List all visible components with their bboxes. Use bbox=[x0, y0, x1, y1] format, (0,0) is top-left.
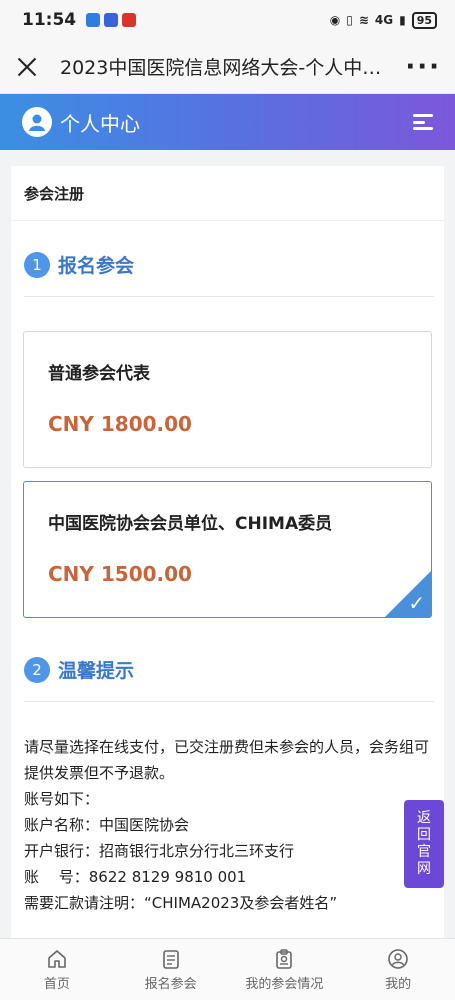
bottom-tabbar: 首页 报名参会 我的参会情况 我的 bbox=[0, 938, 455, 1000]
vibrate-icon: ▯ bbox=[346, 13, 353, 27]
step-number: 1 bbox=[24, 251, 50, 278]
notification-app-icon bbox=[122, 13, 137, 27]
option-price: CNY 1500.00 bbox=[48, 562, 192, 586]
option-price: CNY 1800.00 bbox=[48, 412, 192, 436]
tab-label: 报名参会 bbox=[144, 976, 197, 992]
notice-line: 需要汇款请注明：“CHIMA2023及参会者姓名” bbox=[24, 894, 338, 912]
registration-card: 参会注册 1 报名参会 普通参会代表 CNY 1800.00 中国医院协会会员单… bbox=[11, 166, 444, 946]
wifi-icon: ≋ bbox=[358, 13, 369, 27]
battery-icon: 95 bbox=[411, 11, 437, 29]
user-icon bbox=[388, 948, 408, 969]
tab-label: 我的 bbox=[385, 976, 412, 992]
network-type: 4G bbox=[374, 13, 394, 27]
section-tips-heading: 2 温馨提示 bbox=[24, 656, 434, 702]
notice-line: 账 号：8622 8129 9810 001 bbox=[24, 868, 247, 886]
notice-line: 请尽量选择在线支付，已交注册费但未参会的人员，会务组可提供发票但不予退款。 bbox=[24, 738, 430, 782]
option-name: 中国医院协会会员单位、CHIMA委员 bbox=[48, 514, 333, 534]
header-title: 个人中心 bbox=[60, 111, 140, 136]
avatar-icon bbox=[22, 107, 52, 137]
card-title: 参会注册 bbox=[11, 166, 444, 221]
more-options-icon[interactable]: ··· bbox=[405, 54, 441, 80]
status-icons: ◉ ▯ ≋ 4G ▮ 95 bbox=[329, 11, 437, 29]
section-title: 温馨提示 bbox=[58, 660, 135, 682]
menu-icon[interactable] bbox=[413, 114, 433, 130]
page-title: 2023中国医院信息网络大会-个人中心... bbox=[60, 57, 392, 79]
signal-icon: ▮ bbox=[399, 13, 406, 27]
notice-line: 账户名称：中国医院协会 bbox=[24, 816, 190, 834]
option-member-unit[interactable]: 中国医院协会会员单位、CHIMA委员 CNY 1500.00 ✓ bbox=[23, 481, 432, 618]
tab-label: 首页 bbox=[43, 976, 70, 992]
eye-icon: ◉ bbox=[329, 13, 341, 27]
status-bar: 11:54 ◉ ▯ ≋ 4G ▮ 95 bbox=[0, 0, 455, 40]
site-header: 个人中心 bbox=[0, 94, 455, 150]
badge-icon bbox=[276, 948, 293, 969]
tab-mine[interactable]: 我的 bbox=[341, 939, 455, 1000]
section-register-heading: 1 报名参会 bbox=[24, 251, 434, 297]
form-icon bbox=[162, 949, 179, 969]
section-title: 报名参会 bbox=[58, 255, 135, 277]
home-icon bbox=[48, 949, 66, 968]
notification-app-icon bbox=[86, 13, 101, 27]
status-time: 11:54 bbox=[22, 10, 77, 30]
check-icon: ✓ bbox=[408, 591, 425, 615]
notice-text: 请尽量选择在线支付，已交注册费但未参会的人员，会务组可提供发票但不予退款。 账号… bbox=[24, 734, 434, 916]
tab-home[interactable]: 首页 bbox=[0, 939, 114, 1000]
step-number: 2 bbox=[24, 656, 50, 683]
notification-app-icon bbox=[104, 13, 119, 27]
tab-my-attendance[interactable]: 我的参会情况 bbox=[228, 939, 342, 1000]
close-icon[interactable] bbox=[14, 54, 40, 80]
notice-line: 开户银行：招商银行北京分行北三环支行 bbox=[24, 842, 295, 860]
option-regular-delegate[interactable]: 普通参会代表 CNY 1800.00 bbox=[23, 331, 432, 468]
tab-label: 我的参会情况 bbox=[245, 976, 324, 992]
back-to-site-button[interactable]: 返回官网 bbox=[404, 800, 444, 888]
tab-register[interactable]: 报名参会 bbox=[114, 939, 228, 1000]
option-name: 普通参会代表 bbox=[48, 364, 150, 384]
browser-navbar: 2023中国医院信息网络大会-个人中心... ··· bbox=[0, 40, 455, 94]
notice-line: 账号如下： bbox=[24, 790, 100, 808]
